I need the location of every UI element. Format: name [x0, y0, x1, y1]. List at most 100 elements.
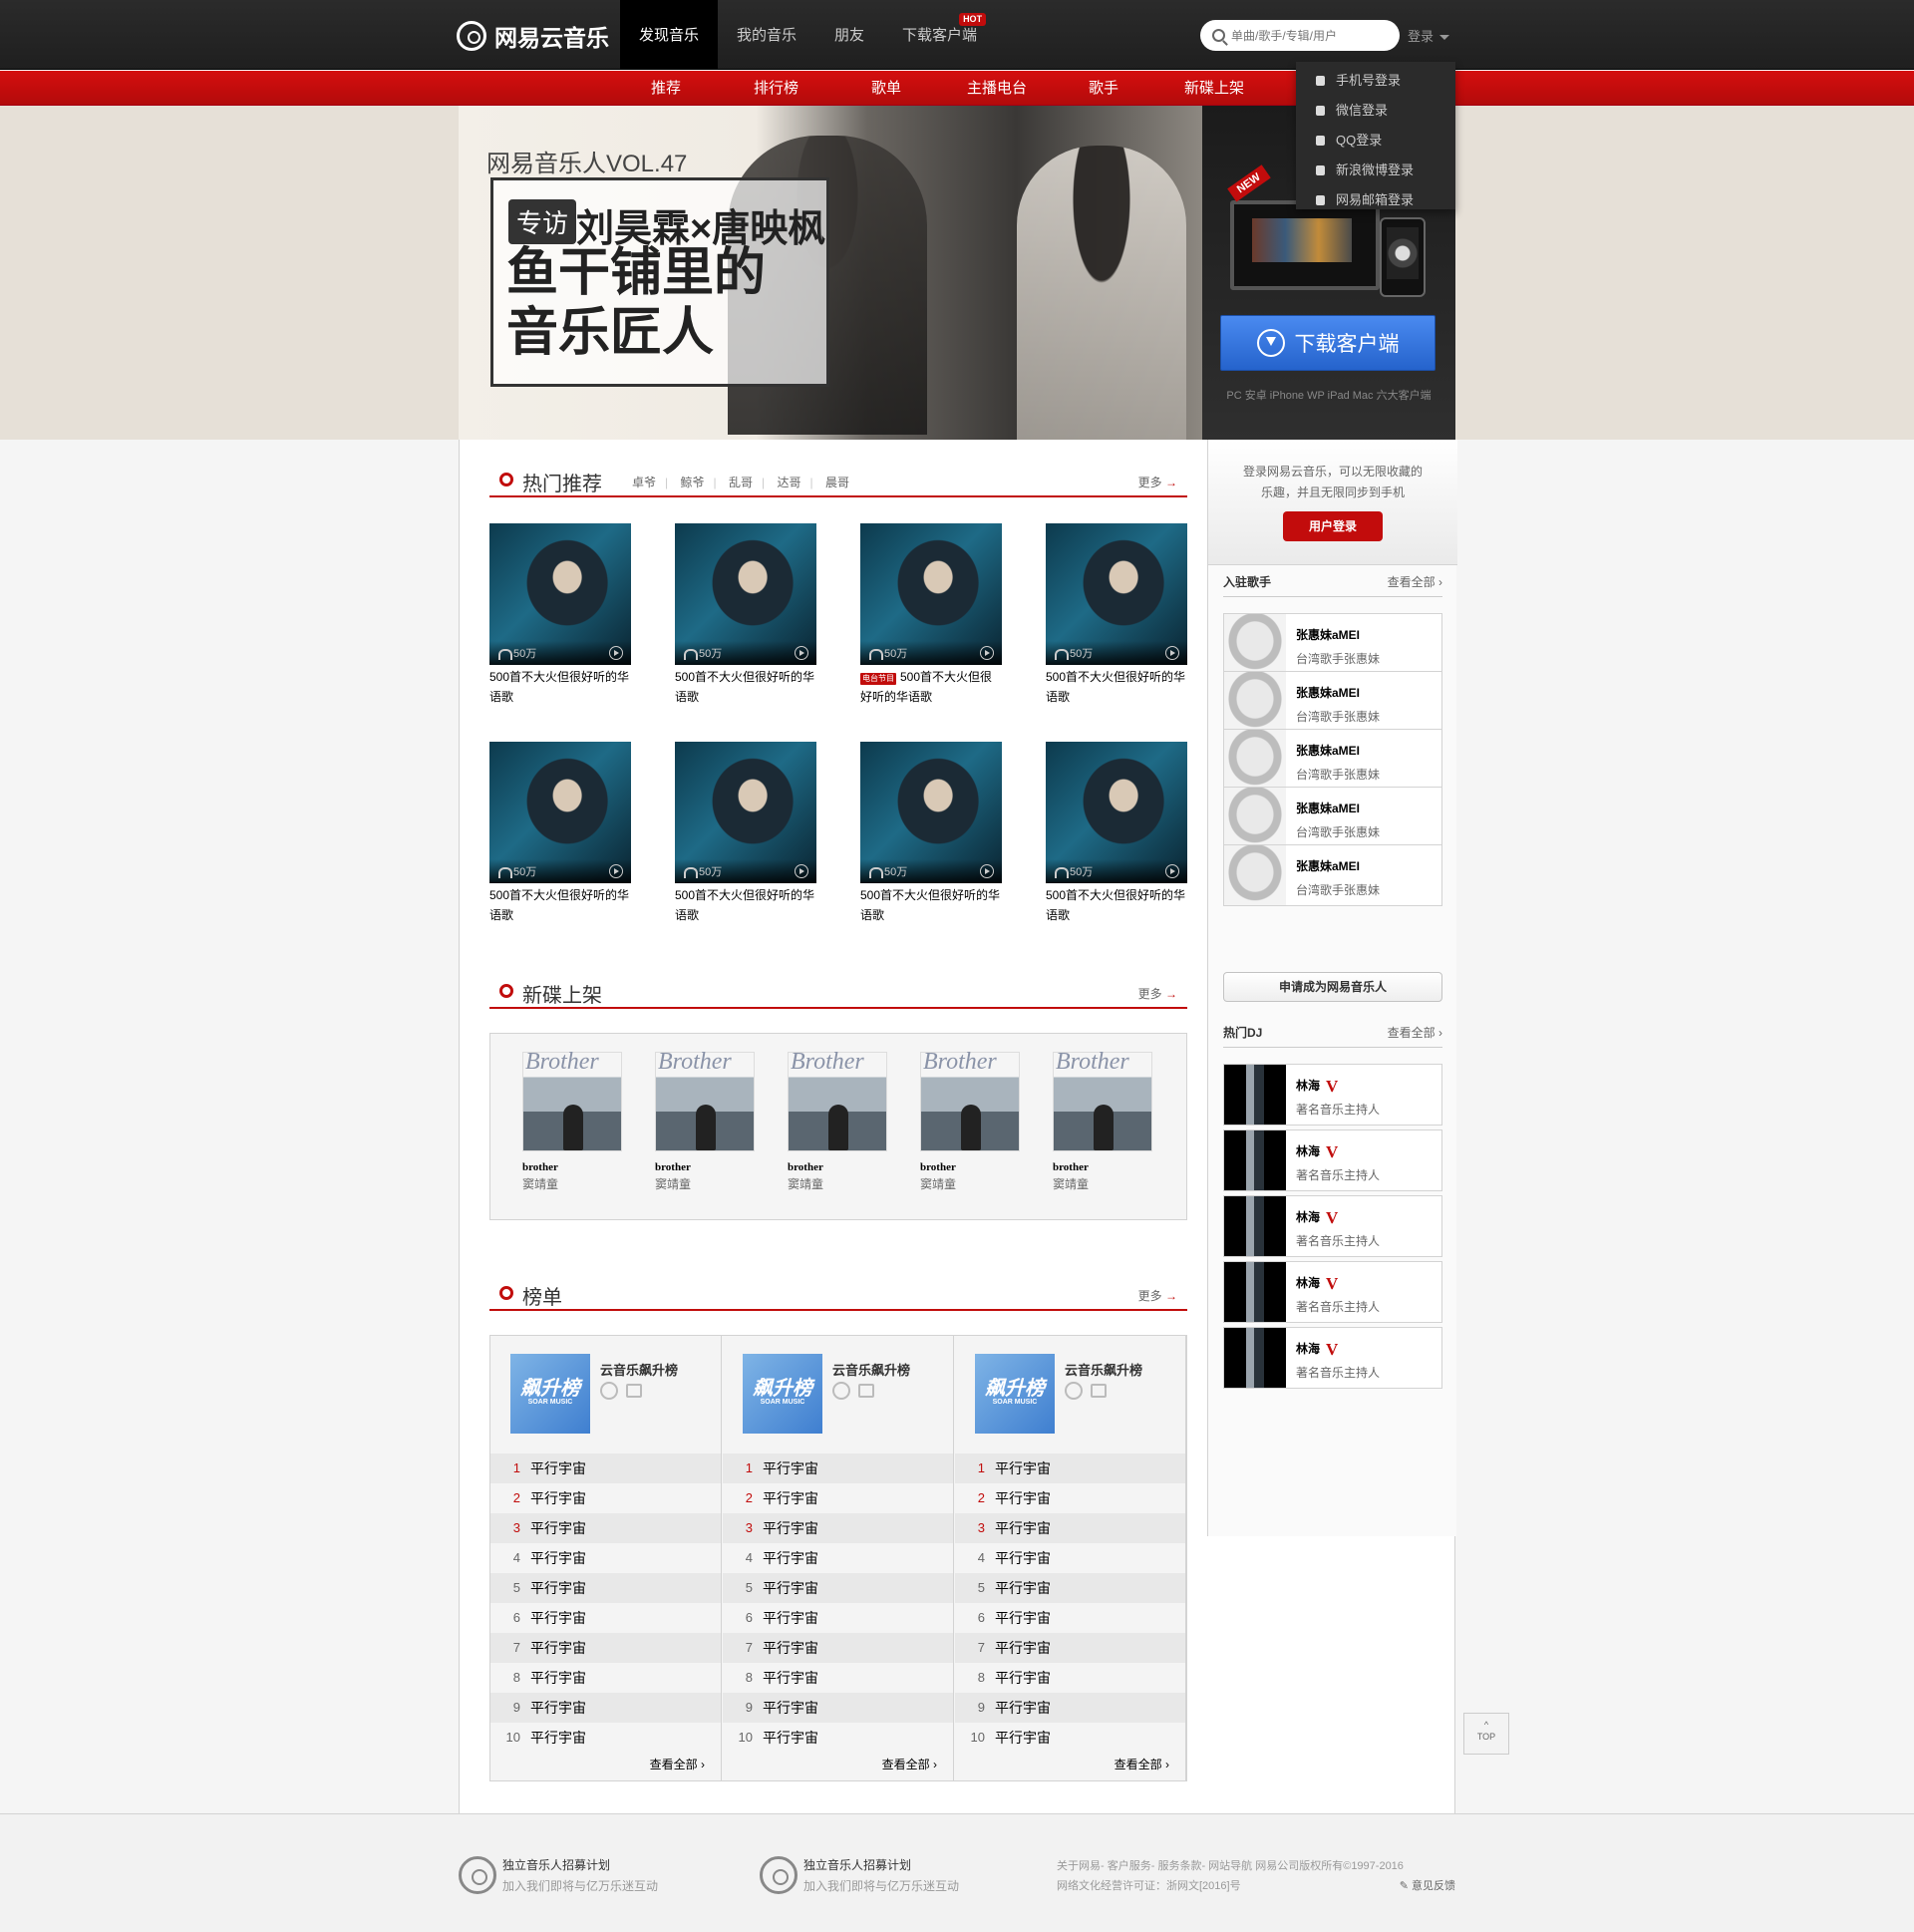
download-client-button[interactable]: 下载客户端	[1220, 315, 1436, 371]
album-card[interactable]: Brother brother 窦靖童	[655, 1049, 765, 1192]
chart-song-title[interactable]: 平行宇宙	[763, 1633, 818, 1663]
footer-promo[interactable]: 独立音乐人招募计划 加入我们即将与亿万乐迷互动	[760, 1856, 959, 1894]
apply-musician-button[interactable]: 申请成为网易音乐人	[1223, 972, 1442, 1002]
chart-song-row[interactable]: 3 平行宇宙	[955, 1513, 1185, 1543]
feedback-link[interactable]: ✎ 意见反馈	[1400, 1876, 1455, 1896]
hot-tab[interactable]: 鲸爷	[680, 476, 704, 489]
chart-song-row[interactable]: 9 平行宇宙	[723, 1693, 953, 1723]
dj-card[interactable]: 林海 V 著名音乐主持人	[1223, 1261, 1442, 1323]
search-input[interactable]	[1231, 28, 1391, 43]
chart-song-row[interactable]: 1 平行宇宙	[723, 1453, 953, 1483]
chart-song-title[interactable]: 平行宇宙	[995, 1633, 1051, 1663]
chart-song-row[interactable]: 2 平行宇宙	[490, 1483, 721, 1513]
album-cover[interactable]: Brother	[655, 1049, 755, 1151]
chart-song-title[interactable]: 平行宇宙	[995, 1723, 1051, 1753]
logo[interactable]: 网易云音乐	[457, 20, 609, 52]
chart-song-title[interactable]: 平行宇宙	[530, 1663, 586, 1693]
avatar[interactable]	[1224, 788, 1286, 847]
singer-card[interactable]: 张惠妹aMEI 台湾歌手张惠妹	[1223, 613, 1442, 675]
chart-song-row[interactable]: 1 平行宇宙	[955, 1453, 1185, 1483]
playlist-card[interactable]: 50万 500首不大火但很好听的华语歌	[860, 742, 1002, 925]
singer-name[interactable]: 张惠妹aMEI	[1296, 742, 1360, 759]
playlist-cover[interactable]: 50万	[860, 523, 1002, 665]
subnav-toplist[interactable]: 排行榜	[754, 71, 798, 106]
playlist-title[interactable]: 500首不大火但很好听的华语歌	[489, 885, 631, 925]
chart-song-row[interactable]: 10 平行宇宙	[955, 1723, 1185, 1753]
album-name[interactable]: brother	[788, 1161, 897, 1173]
chart-song-title[interactable]: 平行宇宙	[995, 1603, 1051, 1633]
hot-more-link[interactable]: 更多 →	[1138, 474, 1177, 490]
album-artist[interactable]: 窦靖童	[1053, 1175, 1162, 1192]
chart-name[interactable]: 云音乐飙升榜	[600, 1360, 678, 1379]
playlist-cover[interactable]: 50万	[1046, 523, 1187, 665]
chart-song-title[interactable]: 平行宇宙	[763, 1603, 818, 1633]
subnav-djradio[interactable]: 主播电台	[967, 71, 1027, 106]
playlist-card[interactable]: 50万 500首不大火但很好听的华语歌	[1046, 742, 1187, 925]
chart-song-row[interactable]: 10 平行宇宙	[723, 1723, 953, 1753]
hot-tab[interactable]: 卓爷	[632, 476, 656, 489]
chart-song-title[interactable]: 平行宇宙	[995, 1573, 1051, 1603]
subnav-playlist[interactable]: 歌单	[871, 71, 901, 106]
album-cover[interactable]: Brother	[788, 1049, 887, 1151]
chart-song-title[interactable]: 平行宇宙	[530, 1633, 586, 1663]
hot-recommend-title[interactable]: 热门推荐	[522, 468, 602, 496]
album-card[interactable]: Brother brother 窦靖童	[920, 1049, 1030, 1192]
album-cover[interactable]: Brother	[1053, 1049, 1152, 1151]
avatar[interactable]	[1224, 1328, 1286, 1388]
chart-song-row[interactable]: 8 平行宇宙	[955, 1663, 1185, 1693]
login-email[interactable]: 网易邮箱登录	[1296, 185, 1455, 215]
chart-song-row[interactable]: 9 平行宇宙	[490, 1693, 721, 1723]
singer-name[interactable]: 张惠妹aMEI	[1296, 684, 1360, 701]
playlist-card[interactable]: 50万 500首不大火但很好听的华语歌	[489, 742, 631, 925]
singer-card[interactable]: 张惠妹aMEI 台湾歌手张惠妹	[1223, 844, 1442, 906]
playlist-title-wrap[interactable]: 电台节目 500首不大火但很好听的华语歌	[860, 667, 1002, 707]
play-circle-icon[interactable]	[1065, 1382, 1083, 1400]
chart-song-title[interactable]: 平行宇宙	[995, 1453, 1051, 1483]
album-name[interactable]: brother	[1053, 1161, 1162, 1173]
user-login-button[interactable]: 用户登录	[1283, 511, 1383, 541]
chart-song-row[interactable]: 10 平行宇宙	[490, 1723, 721, 1753]
dj-name-wrap[interactable]: 林海 V	[1296, 1274, 1338, 1294]
dj-card[interactable]: 林海 V 著名音乐主持人	[1223, 1195, 1442, 1257]
chart-song-title[interactable]: 平行宇宙	[530, 1693, 586, 1723]
chart-song-row[interactable]: 1 平行宇宙	[490, 1453, 721, 1483]
album-name[interactable]: brother	[920, 1161, 1030, 1173]
album-artist[interactable]: 窦靖童	[522, 1175, 632, 1192]
play-icon[interactable]	[795, 864, 808, 878]
footer-promo[interactable]: 独立音乐人招募计划 加入我们即将与亿万乐迷互动	[459, 1856, 658, 1894]
chart-song-row[interactable]: 4 平行宇宙	[955, 1543, 1185, 1573]
album-cover[interactable]: Brother	[920, 1049, 1020, 1151]
add-folder-icon[interactable]	[1091, 1384, 1107, 1398]
play-icon[interactable]	[980, 864, 994, 878]
chart-song-title[interactable]: 平行宇宙	[763, 1693, 818, 1723]
chart-song-title[interactable]: 平行宇宙	[995, 1513, 1051, 1543]
avatar[interactable]	[1224, 672, 1286, 732]
chart-song-title[interactable]: 平行宇宙	[530, 1513, 586, 1543]
chart-view-all[interactable]: 查看全部 ›	[1115, 1756, 1169, 1772]
new-albums-title[interactable]: 新碟上架	[522, 979, 602, 1008]
chart-song-title[interactable]: 平行宇宙	[530, 1603, 586, 1633]
hot-tab[interactable]: 达哥	[777, 476, 800, 489]
login-phone[interactable]: 手机号登录	[1296, 66, 1455, 96]
chart-song-row[interactable]: 2 平行宇宙	[955, 1483, 1185, 1513]
chart-song-title[interactable]: 平行宇宙	[530, 1543, 586, 1573]
album-artist[interactable]: 窦靖童	[920, 1175, 1030, 1192]
avatar[interactable]	[1224, 1262, 1286, 1322]
playlist-card[interactable]: 50万 500首不大火但很好听的华语歌	[675, 742, 816, 925]
back-to-top-button[interactable]: TOP	[1463, 1713, 1509, 1755]
chart-song-row[interactable]: 4 平行宇宙	[490, 1543, 721, 1573]
singer-name[interactable]: 张惠妹aMEI	[1296, 800, 1360, 816]
album-card[interactable]: Brother brother 窦靖童	[788, 1049, 897, 1192]
chart-song-row[interactable]: 8 平行宇宙	[723, 1663, 953, 1693]
chart-song-title[interactable]: 平行宇宙	[763, 1573, 818, 1603]
playlist-card[interactable]: 50万 500首不大火但很好听的华语歌	[675, 523, 816, 707]
chart-song-row[interactable]: 3 平行宇宙	[723, 1513, 953, 1543]
chart-song-title[interactable]: 平行宇宙	[763, 1543, 818, 1573]
hot-tab[interactable]: 晨哥	[825, 476, 849, 489]
chart-view-all[interactable]: 查看全部 ›	[650, 1756, 705, 1772]
hot-tab[interactable]: 乱哥	[729, 476, 753, 489]
playlist-cover[interactable]: 50万	[1046, 742, 1187, 883]
album-name[interactable]: brother	[522, 1161, 632, 1173]
chart-song-row[interactable]: 5 平行宇宙	[490, 1573, 721, 1603]
chart-song-title[interactable]: 平行宇宙	[995, 1543, 1051, 1573]
